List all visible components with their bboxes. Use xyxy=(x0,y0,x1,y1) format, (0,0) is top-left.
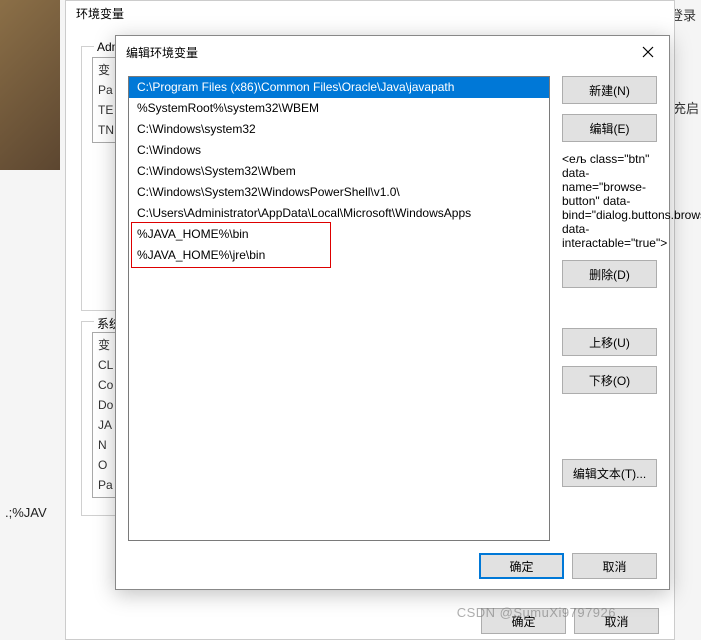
ok-button[interactable]: 确定 xyxy=(479,553,564,579)
close-icon xyxy=(642,46,654,58)
path-item[interactable]: C:\Users\Administrator\AppData\Local\Mic… xyxy=(129,203,549,224)
edit-dialog-footer: 确定 取消 xyxy=(479,553,657,579)
path-item[interactable]: C:\Windows\System32\WindowsPowerShell\v1… xyxy=(129,182,549,203)
path-item[interactable]: C:\Program Files (x86)\Common Files\Orac… xyxy=(129,77,549,98)
edit-dialog-body: C:\Program Files (x86)\Common Files\Orac… xyxy=(128,76,657,541)
path-item[interactable]: %JAVA_HOME%\jre\bin xyxy=(129,245,549,266)
edit-env-var-dialog: 编辑环境变量 C:\Program Files (x86)\Common Fil… xyxy=(115,35,670,590)
button-column: 新建(N) 编辑(E) <ељ class="btn" data-name="b… xyxy=(562,76,657,541)
cancel-button[interactable]: 取消 xyxy=(572,553,657,579)
delete-button[interactable]: 删除(D) xyxy=(562,260,657,288)
edit-button[interactable]: 编辑(E) xyxy=(562,114,657,142)
path-item[interactable]: C:\Windows\System32\Wbem xyxy=(129,161,549,182)
move-down-button[interactable]: 下移(O) xyxy=(562,366,657,394)
path-list[interactable]: C:\Program Files (x86)\Common Files\Orac… xyxy=(128,76,550,541)
path-item[interactable]: C:\Windows xyxy=(129,140,549,161)
move-up-button[interactable]: 上移(U) xyxy=(562,328,657,356)
bg-photo xyxy=(0,0,60,170)
env-vars-title: 环境变量 xyxy=(76,5,124,22)
path-text-fragment: .;%JAV xyxy=(5,505,47,520)
edit-dialog-titlebar: 编辑环境变量 xyxy=(116,36,669,68)
edit-text-button[interactable]: 编辑文本(T)... xyxy=(562,459,657,487)
new-button[interactable]: 新建(N) xyxy=(562,76,657,104)
close-button[interactable] xyxy=(635,39,661,65)
path-item[interactable]: %SystemRoot%\system32\WBEM xyxy=(129,98,549,119)
path-item[interactable]: %JAVA_HOME%\bin xyxy=(129,224,549,245)
path-item[interactable]: C:\Windows\system32 xyxy=(129,119,549,140)
edit-dialog-title: 编辑环境变量 xyxy=(126,44,198,61)
watermark: CSDN @SumuXi9797926 xyxy=(457,605,616,620)
